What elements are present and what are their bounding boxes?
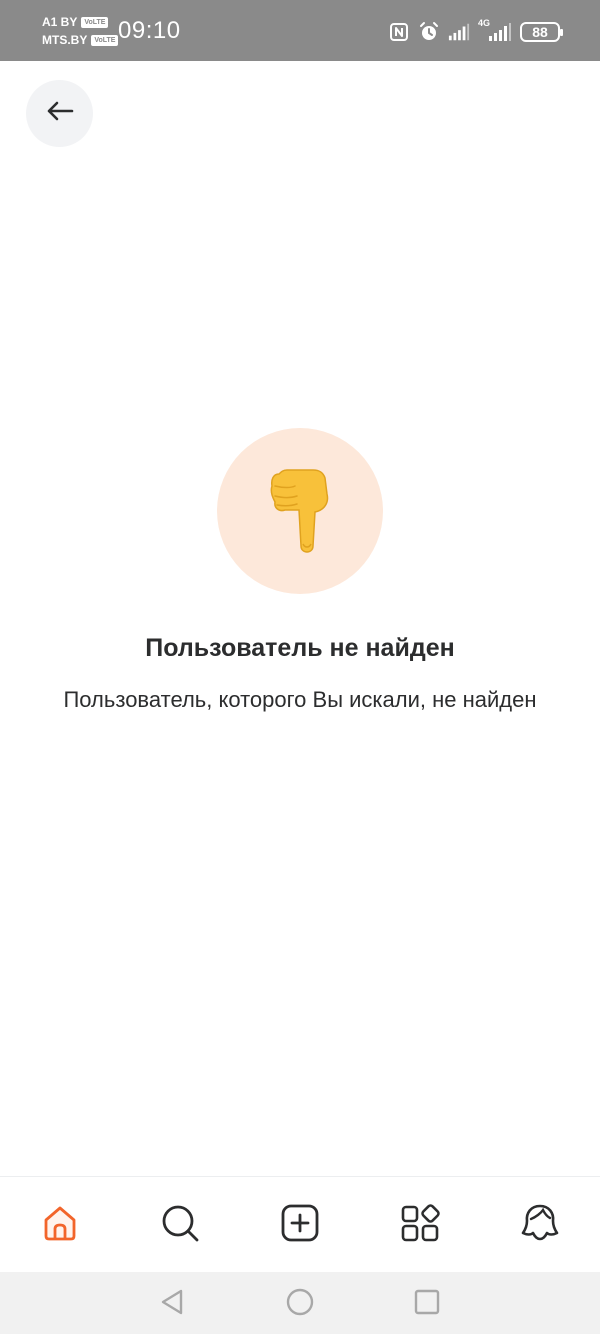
search-icon [159,1202,201,1249]
recents-square-icon [414,1289,440,1320]
system-home-button[interactable] [282,1286,318,1322]
home-circle-icon [286,1288,314,1321]
not-found-title: Пользователь не найден [145,634,455,662]
system-back-button[interactable] [154,1286,190,1322]
system-recents-button[interactable] [409,1286,445,1322]
arrow-left-icon [45,99,75,128]
tab-add-post[interactable] [240,1177,360,1273]
pointing-down-hand-icon [270,469,329,553]
emoji-illustration [217,428,383,594]
back-triangle-icon [159,1288,185,1321]
volte-badge: VoLTE [81,16,109,28]
tab-services[interactable] [360,1177,480,1273]
signal-icon: 4G [478,18,512,43]
network-type-label: 4G [478,18,491,28]
tab-search[interactable] [120,1177,240,1273]
profile-icon [519,1202,561,1249]
back-button[interactable] [26,80,93,147]
nfc-icon [388,21,410,43]
status-time: 09:10 [118,17,181,44]
tab-profile[interactable] [480,1177,600,1273]
carrier-2-label: MTS.BY [42,33,88,47]
carrier-1-label: A1 BY [42,15,78,29]
volte-badge: VoLTE [91,34,119,46]
carrier-info: A1 BY VoLTE MTS.BY VoLTE [42,13,119,49]
add-post-icon [280,1203,320,1248]
home-icon [40,1203,80,1248]
battery-level: 88 [532,24,548,40]
not-found-message: Пользователь, которого Вы искали, не най… [63,687,537,712]
alarm-icon [418,21,440,43]
signal-icon [448,21,470,43]
bottom-tab-bar [0,1176,600,1272]
services-grid-icon [400,1203,440,1248]
status-bar: A1 BY VoLTE MTS.BY VoLTE 09:10 4G 88 [0,0,600,61]
battery-icon: 88 [520,22,563,42]
system-navigation-bar [0,1272,600,1334]
tab-home[interactable] [0,1177,120,1273]
status-icons: 4G 88 [388,18,563,46]
